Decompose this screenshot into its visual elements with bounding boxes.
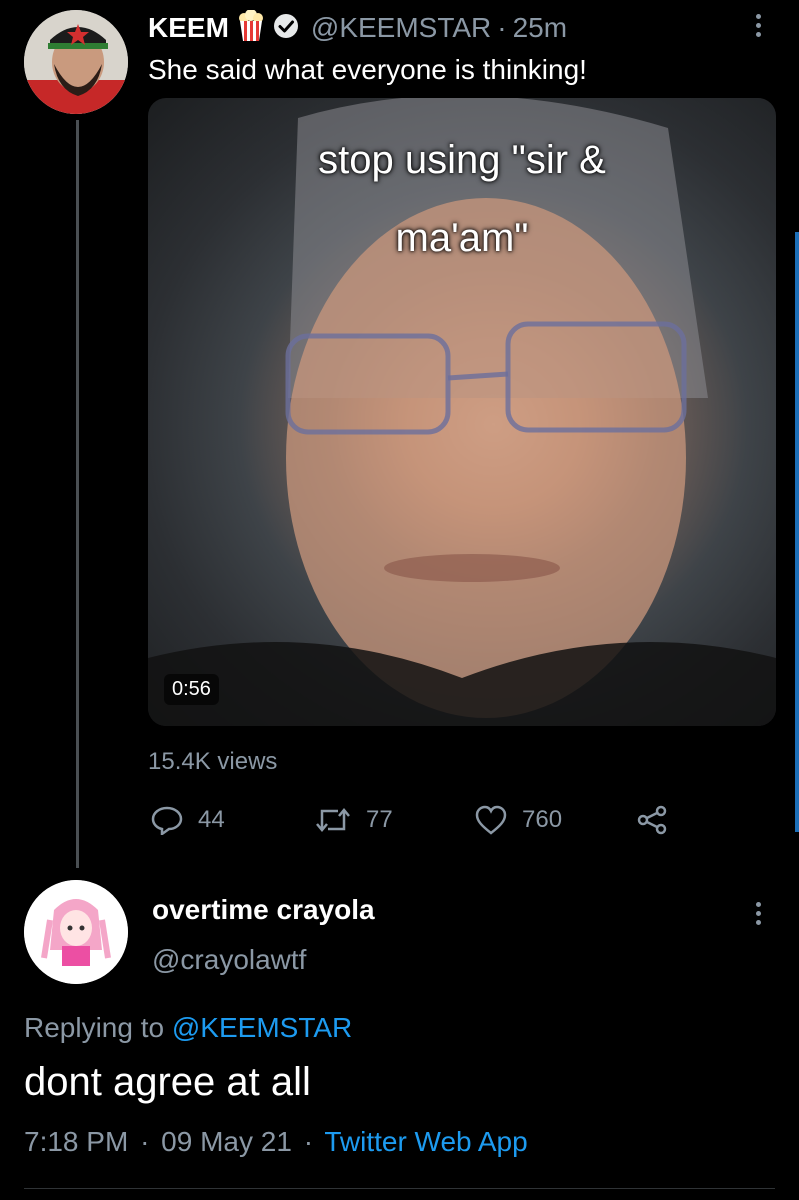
tweet-handle[interactable]: @KEEMSTAR xyxy=(311,12,491,44)
reply-text: dont agree at all xyxy=(24,1060,311,1104)
video-frame-image xyxy=(148,98,776,726)
video-caption-line-1: stop using "sir & xyxy=(318,138,606,182)
like-count: 760 xyxy=(522,806,563,833)
replying-to-handle-link[interactable]: @KEEMSTAR xyxy=(172,1012,352,1043)
reply-more-menu-icon[interactable] xyxy=(756,898,761,929)
timestamp-separator-1: · xyxy=(140,1126,150,1157)
verified-badge-icon xyxy=(273,13,299,44)
reply-button[interactable]: 44 xyxy=(150,805,225,835)
retweet-icon xyxy=(316,808,350,832)
keem-avatar[interactable] xyxy=(24,10,128,114)
tweet-display-name[interactable]: KEEM xyxy=(148,12,229,44)
crayola-avatar-image xyxy=(24,880,128,984)
retweet-count: 77 xyxy=(366,806,393,833)
reply-icon xyxy=(151,806,183,835)
crayola-avatar[interactable] xyxy=(24,880,128,984)
share-button[interactable] xyxy=(636,805,682,835)
tweet-video[interactable]: stop using "sir & ma'am" 0:56 xyxy=(148,98,776,726)
thread-connector-line xyxy=(76,120,79,868)
share-icon xyxy=(637,805,667,835)
reply-date[interactable]: 09 May 21 xyxy=(161,1126,292,1157)
tweet-views: 15.4K views xyxy=(148,748,278,775)
tweet-text: She said what everyone is thinking! xyxy=(148,54,587,85)
timestamp-separator-2: · xyxy=(303,1126,314,1157)
tweet-more-menu-icon[interactable] xyxy=(756,10,761,41)
reply-handle[interactable]: @crayolawtf xyxy=(152,944,306,976)
header-separator: · xyxy=(497,12,507,43)
video-caption-line-2: ma'am" xyxy=(395,216,529,260)
reply-display-name[interactable]: overtime crayola xyxy=(152,894,375,926)
heart-icon xyxy=(475,805,507,835)
video-duration-badge: 0:56 xyxy=(164,674,219,705)
replying-to-line: Replying to @KEEMSTAR xyxy=(24,1012,352,1044)
bottom-divider xyxy=(24,1188,775,1189)
reply-count: 44 xyxy=(198,806,225,833)
tweet-time-ago[interactable]: 25m xyxy=(513,12,567,44)
reply-timestamp-line: 7:18 PM · 09 May 21 · Twitter Web App xyxy=(24,1126,528,1158)
keem-avatar-image xyxy=(24,10,128,114)
retweet-button[interactable]: 77 xyxy=(314,805,393,835)
tweet-header: KEEM @KEEMSTAR · 25m xyxy=(148,8,567,47)
like-button[interactable]: 760 xyxy=(474,805,562,835)
popcorn-icon xyxy=(237,8,265,47)
reply-time[interactable]: 7:18 PM xyxy=(24,1126,128,1157)
reply-source-link[interactable]: Twitter Web App xyxy=(324,1126,527,1157)
scrollbar[interactable] xyxy=(795,232,799,832)
replying-to-prefix: Replying to xyxy=(24,1012,172,1043)
